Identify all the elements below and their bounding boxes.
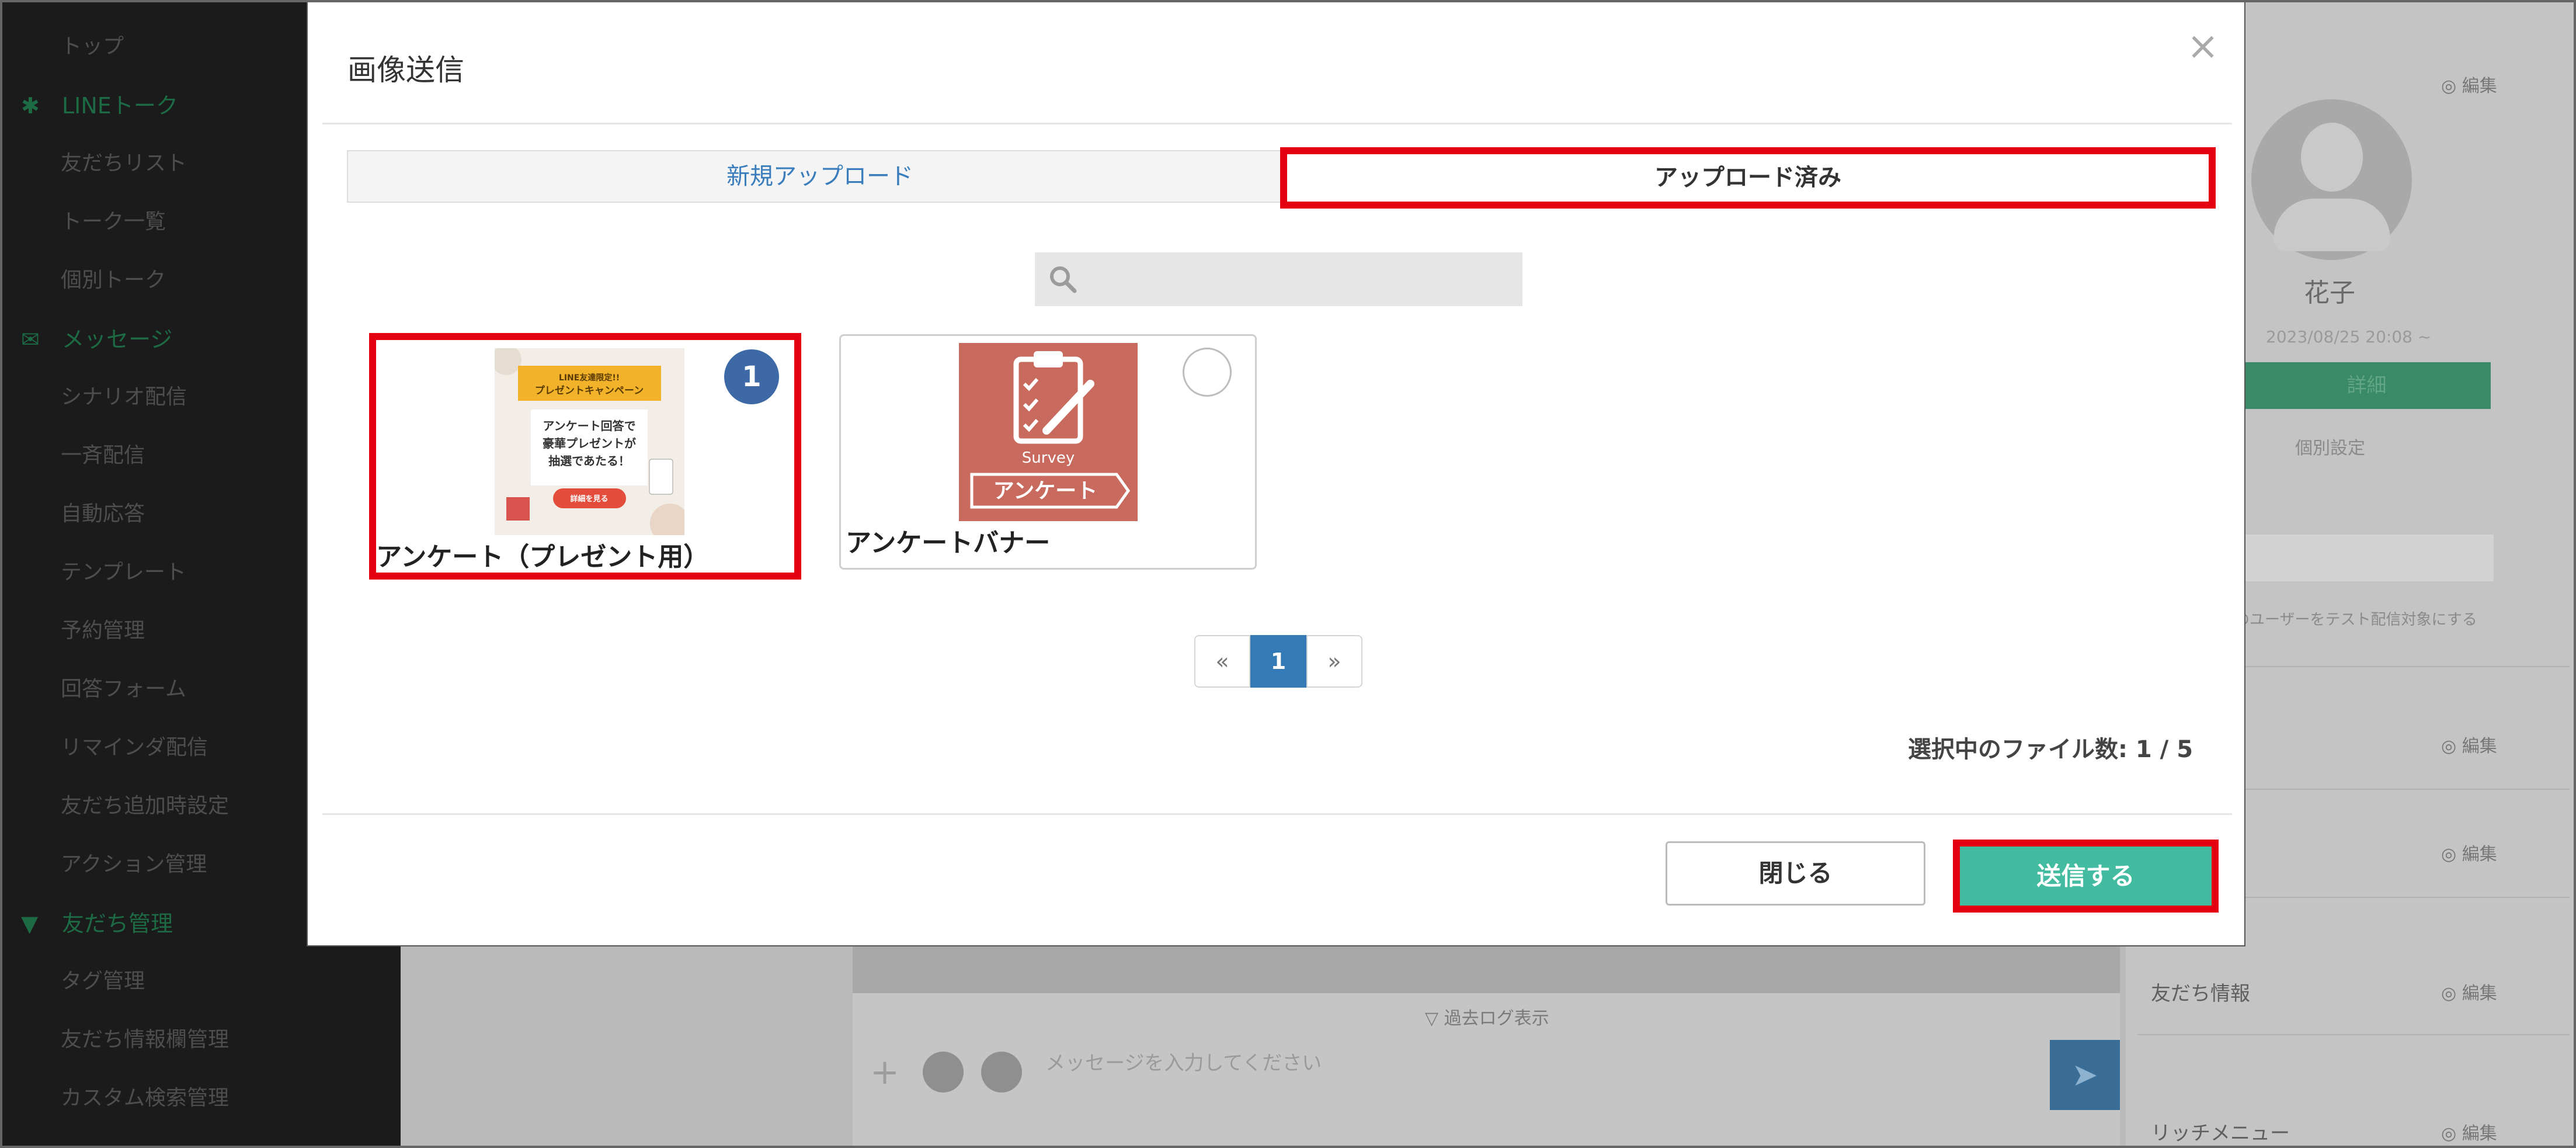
sidebar-group[interactable]: ▼ 友だち管理 xyxy=(21,906,173,938)
sidebar-item[interactable]: 回答フォーム xyxy=(61,672,186,702)
thumb-button-label: 詳細を見る xyxy=(570,494,608,504)
gear-icon: ✱ xyxy=(21,93,40,119)
selection-circle[interactable] xyxy=(1183,348,1232,397)
close-icon[interactable]: × xyxy=(2182,26,2223,67)
sidebar-item[interactable]: リマインダ配信 xyxy=(61,730,208,761)
image-send-modal: 画像送信 × 新規アップロード アップロード済み LINE友達限定!! プレゼン… xyxy=(307,0,2245,946)
filter-icon: ▼ xyxy=(21,911,39,937)
friend-info-heading: 友だち情報 xyxy=(2151,982,2250,1005)
plus-icon[interactable]: + xyxy=(864,1052,905,1092)
profile-name: 花子 xyxy=(2304,278,2355,308)
tab-uploaded[interactable]: アップロード済み xyxy=(1280,147,2216,209)
sticker-icon[interactable] xyxy=(981,1052,1022,1092)
sidebar-group[interactable]: ✱ LINEトーク xyxy=(21,88,178,120)
thumbnail-survey-present: LINE友達限定!! プレゼントキャンペーン アンケート回答で 豪華プレゼントが… xyxy=(495,348,684,535)
image-card-survey-present[interactable]: LINE友達限定!! プレゼントキャンペーン アンケート回答で 豪華プレゼントが… xyxy=(369,333,801,580)
profile-settings-link[interactable]: 個別設定 xyxy=(2295,433,2365,459)
image-card-survey-banner[interactable]: Survey アンケート アンケートバナー xyxy=(839,334,1257,570)
sidebar-item[interactable]: トーク一覧 xyxy=(61,204,166,235)
profile-detail-button[interactable]: 詳細 xyxy=(2243,362,2491,409)
sidebar-item[interactable]: 一斉配信 xyxy=(61,438,145,469)
clipboard-clip xyxy=(1034,351,1063,367)
page-prev-button[interactable]: « xyxy=(1194,635,1250,688)
profile-edit-link[interactable]: ◎ 編集 xyxy=(2441,71,2497,97)
thumbnail-survey-banner: Survey アンケート xyxy=(959,343,1138,521)
sidebar-item[interactable]: タグ管理 xyxy=(61,964,145,994)
profile-select-hint: このユーザーをテスト配信対象にする xyxy=(2219,611,2477,629)
section-edit-link[interactable]: ◎ 編集 xyxy=(2441,979,2497,1004)
modal-header-divider xyxy=(322,123,2232,124)
emoji-icon[interactable] xyxy=(923,1052,964,1092)
profile-select[interactable] xyxy=(2243,535,2494,581)
chat-icon: ✉ xyxy=(21,327,40,352)
thumb-banner-line1: LINE友達限定!! xyxy=(559,373,620,383)
modal-title: 画像送信 xyxy=(347,53,464,87)
sidebar-item[interactable]: 予約管理 xyxy=(61,613,145,644)
section-edit-link[interactable]: ◎ 編集 xyxy=(2441,731,2497,757)
modal-footer-divider xyxy=(322,813,2232,815)
sidebar-item[interactable]: 自動応答 xyxy=(61,497,145,527)
thumb-ribbon-label: アンケート xyxy=(993,479,1098,503)
clipboard-icon xyxy=(649,459,673,495)
sidebar-item[interactable]: カスタム検索管理 xyxy=(61,1081,229,1111)
gift-icon xyxy=(506,497,530,521)
chat-history-link[interactable]: ▽ 過去ログ表示 xyxy=(1425,1004,1549,1029)
sidebar-group-label: メッセージ xyxy=(62,327,173,352)
sidebar-item[interactable]: アクション管理 xyxy=(61,847,207,878)
sidebar-item[interactable]: テンプレート xyxy=(61,555,186,585)
sidebar-item[interactable]: 友だち情報欄管理 xyxy=(61,1022,229,1053)
sidebar-group-label: 友だち管理 xyxy=(62,911,173,937)
thumb-banner-line2: プレゼントキャンペーン xyxy=(535,384,644,397)
sidebar-item[interactable]: シナリオ配信 xyxy=(61,380,187,410)
search-input[interactable] xyxy=(1084,258,1513,301)
send-button[interactable]: 送信する xyxy=(1953,840,2219,913)
selected-file-count: 選択中のファイル数: 1 / 5 xyxy=(1908,736,2193,763)
image-label: アンケート（プレゼント用） xyxy=(376,542,710,572)
sidebar-item[interactable]: 友だち追加時設定 xyxy=(61,789,229,819)
search-icon xyxy=(1050,266,1077,293)
avatar-head xyxy=(2301,123,2363,192)
avatar-body xyxy=(2273,199,2390,251)
image-label: アンケートバナー xyxy=(846,528,1051,558)
sidebar-item[interactable]: トップ xyxy=(61,29,124,60)
sidebar-group[interactable]: ✉ メッセージ xyxy=(21,321,172,353)
thumb-headline-1: アンケート回答で xyxy=(543,419,635,433)
section-edit-link[interactable]: ◎ 編集 xyxy=(2441,840,2497,865)
chat-input[interactable]: メッセージを入力してください xyxy=(1045,1047,1322,1076)
profile-date: 2023/08/25 20:08 ~ xyxy=(2266,327,2432,346)
thumb-headline-2: 豪華プレゼントが xyxy=(543,436,636,450)
sidebar-item[interactable]: 友だちリスト xyxy=(61,146,187,176)
close-button[interactable]: 閉じる xyxy=(1666,841,1925,906)
tab-new-upload[interactable]: 新規アップロード xyxy=(347,150,1293,203)
chat-send-button[interactable]: ➤ xyxy=(2050,1040,2120,1110)
sidebar-item[interactable]: 個別トーク xyxy=(61,263,166,293)
sidebar-group-label: LINEトーク xyxy=(62,93,178,119)
panel-divider xyxy=(2137,1034,2570,1035)
thumb-caption: Survey xyxy=(1022,449,1075,467)
section-edit-link[interactable]: ◎ 編集 xyxy=(2441,1119,2497,1144)
rich-menu-heading: リッチメニュー xyxy=(2151,1122,2290,1145)
page-next-button[interactable]: » xyxy=(1306,635,1362,688)
thumb-headline-3: 抽選であたる！ xyxy=(548,454,630,468)
selection-badge: 1 xyxy=(724,349,779,404)
page-number-button[interactable]: 1 xyxy=(1250,635,1306,688)
